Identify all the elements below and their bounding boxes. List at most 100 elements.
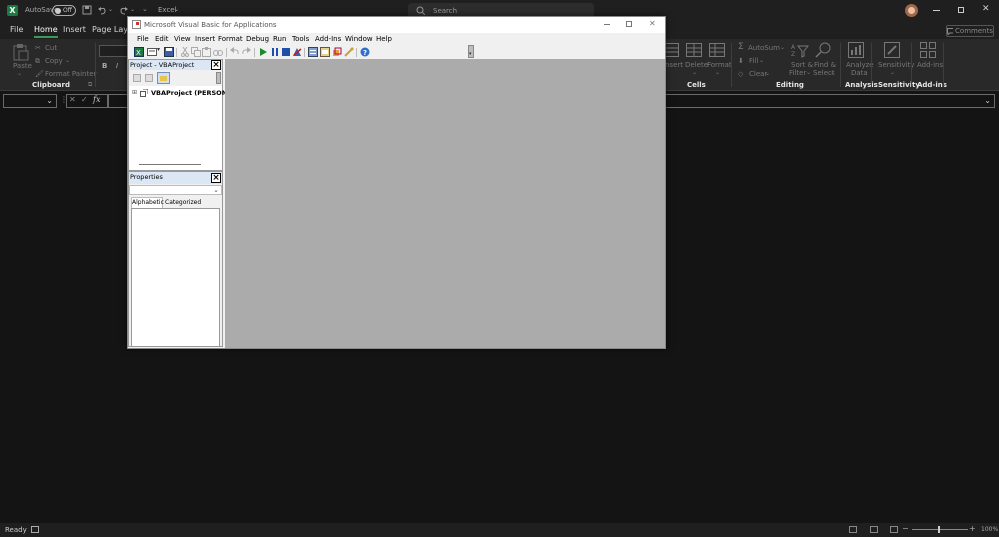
autosum-icon[interactable]: Σ (738, 42, 744, 52)
sort-filter-label-2[interactable]: Filter (789, 69, 806, 77)
format-cells-icon[interactable] (709, 43, 725, 57)
expand-formula-bar-icon[interactable]: ⌄ (984, 96, 991, 105)
save-icon[interactable] (82, 5, 92, 15)
autosum-label[interactable]: AutoSum (748, 44, 780, 52)
sort-filter-dropdown-icon[interactable]: ⌄ (806, 69, 811, 76)
page-layout-view-icon[interactable] (870, 526, 878, 533)
properties-pane-close-icon[interactable]: × (211, 173, 221, 183)
find-select-dropdown-icon[interactable]: ⌄ (830, 69, 835, 76)
copy-dropdown-icon[interactable]: ⌄ (65, 57, 70, 64)
doc-dropdown-icon[interactable]: ⌄ (174, 6, 179, 13)
clear-icon[interactable]: ◇ (738, 70, 743, 78)
break-icon[interactable] (270, 47, 280, 57)
vba-paste-icon[interactable] (202, 47, 212, 57)
view-code-icon[interactable] (133, 74, 141, 82)
zoom-out-icon[interactable]: − (902, 524, 909, 533)
zoom-in-icon[interactable]: + (969, 524, 976, 533)
run-icon[interactable] (258, 47, 268, 57)
toolbar-grip[interactable]: ▾ (468, 45, 474, 58)
delete-cells-label[interactable]: Delete (685, 61, 708, 69)
addins-icon[interactable] (920, 42, 936, 58)
insert-cells-label[interactable]: nsert (665, 61, 683, 69)
menu-add-ins[interactable]: Add-Ins (315, 35, 341, 43)
project-pane-grip[interactable] (216, 72, 221, 84)
insert-dropdown-icon[interactable]: ▾ (157, 46, 160, 53)
menu-debug[interactable]: Debug (246, 35, 269, 43)
italic-button[interactable]: I (116, 62, 118, 70)
menu-help[interactable]: Help (376, 35, 392, 43)
cut-icon[interactable]: ✂ (35, 44, 41, 52)
fill-icon[interactable]: ⬇ (738, 57, 744, 65)
toolbox-icon[interactable] (344, 47, 354, 57)
paste-icon[interactable] (13, 43, 29, 61)
vba-undo-icon[interactable] (230, 47, 240, 57)
comments-button[interactable]: Comments (946, 25, 994, 37)
redo-dropdown-icon[interactable]: ⌄ (130, 6, 135, 13)
autosum-dropdown-icon[interactable]: ⌄ (780, 44, 785, 51)
normal-view-icon[interactable] (849, 526, 857, 533)
addins-button-label[interactable]: Add-ins (917, 61, 943, 69)
menu-run[interactable]: Run (273, 35, 286, 43)
format-painter-icon[interactable]: 🖌 (35, 70, 44, 78)
sensitivity-dropdown-icon[interactable]: ⌄ (890, 69, 895, 76)
name-box-dropdown-icon[interactable]: ⌄ (46, 96, 53, 105)
zoom-slider-thumb[interactable] (938, 526, 940, 533)
design-mode-icon[interactable] (292, 47, 302, 57)
sort-filter-label-1[interactable]: Sort & (791, 61, 813, 69)
page-break-view-icon[interactable] (890, 526, 898, 533)
paste-dropdown-icon[interactable]: ⌄ (17, 70, 22, 77)
analyze-data-icon[interactable] (848, 42, 864, 58)
autosave-toggle[interactable]: Off (52, 5, 76, 16)
project-scrollbar[interactable] (139, 164, 201, 165)
object-selector[interactable]: ⌄ (129, 185, 222, 195)
reset-icon[interactable] (281, 47, 291, 57)
menu-window[interactable]: Window (345, 35, 373, 43)
sensitivity-button-label[interactable]: Sensitivity (878, 61, 914, 69)
zoom-level[interactable]: 100% (981, 526, 998, 533)
restore-icon[interactable] (958, 7, 964, 13)
vba-help-icon[interactable]: ? (360, 47, 370, 57)
menu-tools[interactable]: Tools (292, 35, 309, 43)
project-explorer-icon[interactable] (308, 47, 318, 57)
format-dropdown-icon[interactable]: ⌄ (715, 69, 720, 76)
vba-close-icon[interactable]: ✕ (649, 19, 656, 28)
tab-home[interactable]: Home (34, 25, 58, 38)
sort-filter-icon[interactable]: AZ (791, 42, 809, 58)
menu-view[interactable]: View (174, 35, 191, 43)
zoom-slider[interactable] (912, 529, 968, 530)
tab-alphabetic[interactable]: Alphabetic (131, 197, 164, 208)
find-select-label-1[interactable]: Find & (814, 61, 836, 69)
menu-file[interactable]: File (137, 35, 149, 43)
bold-button[interactable]: B (102, 62, 107, 70)
close-icon[interactable]: ✕ (982, 4, 990, 14)
find-select-icon[interactable] (815, 42, 831, 58)
fill-label[interactable]: Fill (749, 57, 758, 65)
customize-qat-icon[interactable]: ⌄ (142, 5, 148, 13)
delete-cells-icon[interactable] (686, 43, 702, 57)
menu-insert[interactable]: Insert (195, 35, 215, 43)
minimize-icon[interactable] (933, 10, 940, 11)
analyze-data-label-2[interactable]: Data (851, 69, 868, 77)
vba-cut-icon[interactable] (180, 47, 190, 57)
vba-maximize-icon[interactable] (626, 21, 632, 27)
insert-cells-icon[interactable] (665, 43, 679, 57)
menu-edit[interactable]: Edit (155, 35, 169, 43)
project-pane-close-icon[interactable]: × (211, 60, 221, 70)
tab-insert[interactable]: Insert (63, 25, 86, 34)
name-box[interactable]: ⌄ (3, 94, 57, 108)
delete-dropdown-icon[interactable]: ⌄ (692, 69, 697, 76)
redo-icon[interactable] (119, 5, 129, 15)
vba-copy-icon[interactable] (191, 47, 201, 57)
undo-dropdown-icon[interactable]: ⌄ (108, 6, 113, 13)
tab-categorized[interactable]: Categorized (165, 199, 201, 206)
toggle-folders-icon[interactable] (157, 72, 170, 84)
cut-label[interactable]: Cut (45, 44, 57, 52)
vba-save-icon[interactable] (164, 47, 174, 57)
object-selector-dropdown-icon[interactable]: ⌄ (213, 186, 219, 194)
avatar[interactable] (905, 4, 918, 17)
copy-label[interactable]: Copy (45, 57, 63, 65)
format-painter-label[interactable]: Format Painter (45, 70, 96, 78)
copy-icon[interactable]: ⧉ (35, 57, 40, 66)
tab-file[interactable]: File (10, 25, 23, 34)
vba-minimize-icon[interactable] (604, 24, 610, 25)
